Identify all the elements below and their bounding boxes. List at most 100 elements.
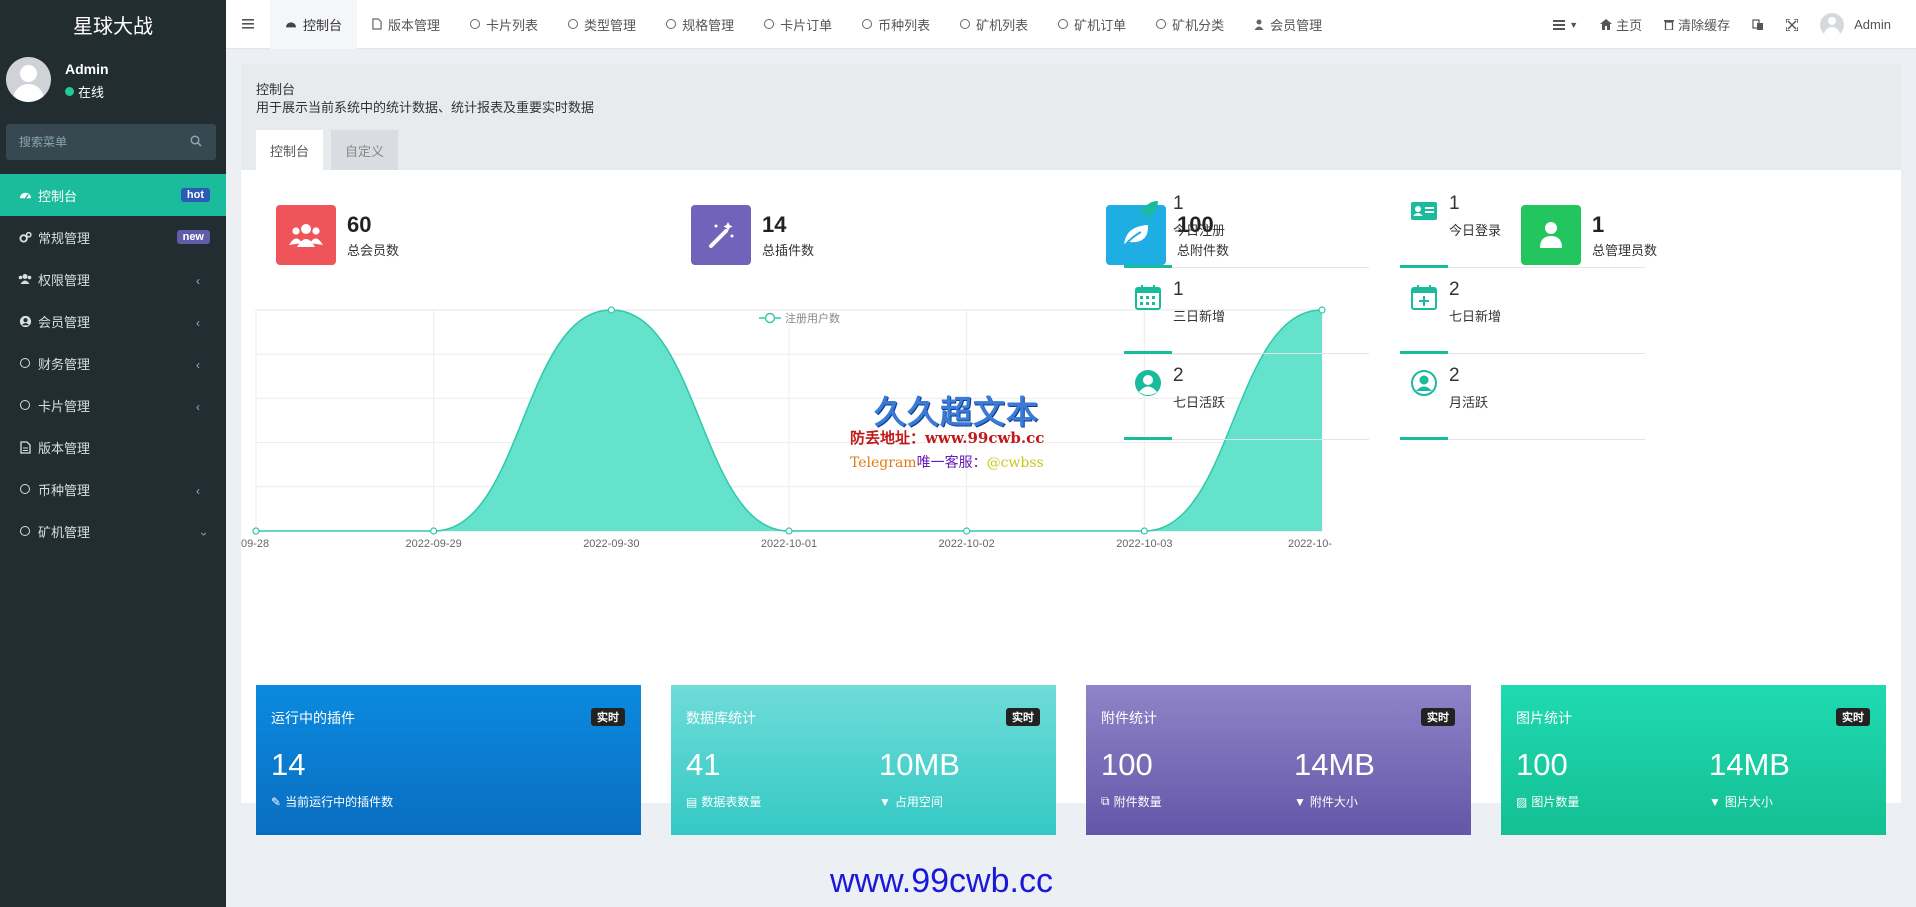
sidebar-item-dashboard[interactable]: 控制台 hot: [0, 174, 226, 216]
clear-cache-label: 清除缓存: [1678, 18, 1731, 33]
realtime-badge: 实时: [1006, 708, 1040, 726]
legend-marker: [764, 312, 776, 324]
filter-icon: ▼: [879, 794, 891, 809]
circle-icon: [18, 356, 32, 370]
tab-label: 版本管理: [388, 17, 441, 33]
watermark-handle: @cwbss: [986, 455, 1044, 471]
mini-stat-2: 1 今日登录: [1400, 186, 1645, 268]
dashboard-icon: [286, 22, 296, 28]
filter-icon: ▼: [1294, 794, 1306, 809]
user-circle-o-icon: [1410, 369, 1438, 397]
panel-subtitle-2: ▼ 占用空间: [879, 793, 943, 810]
panel-value: 100: [1101, 747, 1153, 782]
file-icon: [18, 440, 32, 454]
mini-stat-label: 七日新增: [1449, 309, 1502, 324]
watermark-service: 唯一客服：: [916, 455, 987, 471]
subtab-dashboard[interactable]: 控制台: [256, 130, 324, 170]
tab-members[interactable]: 会员管理: [1239, 0, 1337, 49]
tab-card-orders[interactable]: 卡片订单: [749, 0, 847, 49]
tab-miner-list[interactable]: 矿机列表: [945, 0, 1043, 49]
data-point-4: [785, 527, 793, 535]
filter-icon: ▼: [1709, 794, 1721, 809]
menu-search-input[interactable]: [6, 124, 176, 160]
tab-miner-orders[interactable]: 矿机订单: [1043, 0, 1141, 49]
x-tick-label: 2022-09-30: [583, 538, 639, 550]
user-circle-icon: [18, 314, 32, 328]
mini-stat-6: 2 月活跃: [1400, 358, 1645, 440]
sidebar-item-currency[interactable]: 币种管理 ‹: [0, 468, 226, 510]
tab-label: 会员管理: [1270, 17, 1323, 33]
subtab-custom[interactable]: 自定义: [331, 130, 399, 170]
translate-button[interactable]: [1741, 0, 1775, 49]
data-point-1: [252, 527, 260, 535]
cogs-icon: [18, 230, 32, 244]
user-name: Admin: [65, 61, 109, 77]
stat-members: 60 总会员数: [276, 205, 399, 265]
tab-card-list[interactable]: 卡片列表: [455, 0, 553, 49]
accent-bar: [1400, 437, 1448, 440]
tab-spec[interactable]: 规格管理: [651, 0, 749, 49]
panel-subtitle-2: ▼ 附件大小: [1294, 793, 1358, 810]
admin-menu[interactable]: Admin: [1809, 0, 1916, 49]
tab-miner-category[interactable]: 矿机分类: [1141, 0, 1239, 49]
home-link[interactable]: 主页: [1589, 0, 1653, 49]
tab-type[interactable]: 类型管理: [553, 0, 651, 49]
x-tick-label: 2022-10-02: [939, 538, 995, 550]
panel-sub-label: 图片数量: [1531, 795, 1580, 809]
search-icon[interactable]: [190, 135, 202, 147]
panel-subtitle: ⧉ 附件数量: [1101, 793, 1162, 810]
language-icon: [1752, 18, 1764, 30]
menu-toggle-icon[interactable]: [226, 0, 270, 49]
brand-title[interactable]: 星球大战: [0, 0, 226, 49]
tab-label: 类型管理: [584, 17, 637, 33]
accent-bar: [1400, 351, 1448, 354]
admin-label: Admin: [1854, 17, 1891, 32]
mini-stat-5: 2 七日活跃: [1124, 358, 1369, 440]
circle-icon: [666, 19, 677, 29]
files-icon: ⧉: [1101, 794, 1110, 808]
tab-dashboard[interactable]: 控制台: [270, 0, 358, 49]
panel-attachments: 附件统计 实时 100 14MB ⧉ 附件数量 ▼ 附件大小: [1086, 685, 1471, 835]
panel-database: 数据库统计 实时 41 10MB ▤ 数据表数量 ▼ 占用空间: [671, 685, 1056, 835]
realtime-badge: 实时: [1836, 708, 1870, 726]
sidebar-item-cards[interactable]: 卡片管理 ‹: [0, 384, 226, 426]
tab-label: 控制台: [303, 17, 343, 33]
data-point-5: [963, 527, 971, 535]
circle-icon: [862, 19, 873, 29]
panel-subtitle: ▨ 图片数量: [1516, 793, 1579, 810]
panel-title: 数据库统计: [686, 710, 756, 726]
panel-subtitle: ▤ 数据表数量: [686, 793, 761, 810]
footer-url[interactable]: www.99cwb.cc: [830, 862, 1053, 901]
sidebar-item-finance[interactable]: 财务管理 ‹: [0, 342, 226, 384]
sidebar-item-version[interactable]: 版本管理: [0, 426, 226, 468]
sidebar-item-general[interactable]: 常规管理 new: [0, 216, 226, 258]
tab-currency-list[interactable]: 币种列表: [847, 0, 945, 49]
chevron-left-icon: ‹: [196, 316, 200, 330]
tab-label: 矿机分类: [1172, 17, 1225, 33]
watermark-contact: Telegram唯一客服：@cwbss: [850, 452, 1044, 472]
accent-bar: [1124, 265, 1172, 268]
stat-value: 14: [762, 211, 787, 237]
panel-sub-label: 占用空间: [894, 795, 943, 809]
sidebar-item-miner[interactable]: 矿机管理 ‹: [0, 510, 226, 552]
accent-bar: [1400, 265, 1448, 268]
panel-value-2: 14MB: [1294, 747, 1375, 782]
tab-label: 卡片列表: [486, 17, 539, 33]
user-circle-icon: [1134, 369, 1162, 397]
tabs-dropdown-button[interactable]: ▼: [1542, 0, 1589, 49]
accent-bar: [1124, 437, 1172, 440]
clear-cache-button[interactable]: 清除缓存: [1653, 0, 1741, 49]
hot-badge: hot: [180, 188, 210, 202]
fullscreen-button[interactable]: [1775, 0, 1809, 49]
sidebar-item-label: 版本管理: [38, 440, 91, 456]
magic-icon: [691, 205, 751, 265]
chevron-left-icon: ‹: [196, 400, 200, 414]
mini-stat-value: 1: [1173, 193, 1184, 214]
tab-version[interactable]: 版本管理: [357, 0, 455, 49]
chevron-down-icon: ‹: [196, 532, 210, 536]
sidebar-item-permission[interactable]: 权限管理 ‹: [0, 258, 226, 300]
x-tick-label: 09-28: [241, 538, 269, 550]
chevron-left-icon: ‹: [196, 274, 200, 288]
sidebar-item-members[interactable]: 会员管理 ‹: [0, 300, 226, 342]
mini-stat-value: 2: [1449, 279, 1460, 300]
